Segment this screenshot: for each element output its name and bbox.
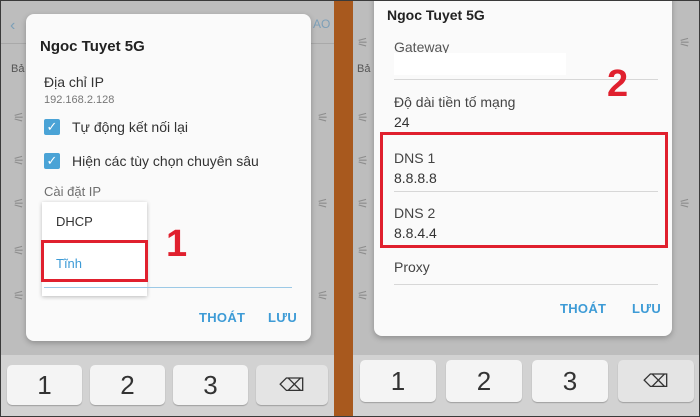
backspace-icon: ⌫ bbox=[279, 375, 305, 395]
wifi-icon: ⚟ bbox=[13, 243, 25, 258]
advanced-options-checkbox[interactable]: ✓ bbox=[44, 153, 60, 169]
save-button[interactable]: LƯU bbox=[632, 301, 661, 316]
gateway-input[interactable] bbox=[394, 53, 566, 75]
bg-list-fragment: Bả bbox=[11, 63, 25, 75]
ip-settings-label: Cài đặt IP bbox=[44, 184, 102, 199]
back-arrow-icon[interactable]: ‹ bbox=[10, 17, 15, 35]
key-2[interactable]: 2 bbox=[446, 360, 522, 402]
backspace-key[interactable]: ⌫ bbox=[256, 365, 328, 405]
backspace-key[interactable]: ⌫ bbox=[618, 360, 694, 402]
ip-address-label: Địa chỉ IP bbox=[44, 74, 104, 90]
wifi-icon: ⚟ bbox=[357, 288, 369, 303]
key-3[interactable]: 3 bbox=[532, 360, 608, 402]
prefix-length-value[interactable]: 24 bbox=[394, 114, 410, 130]
right-phone-screen: Bả ⚟ ⚟ ⚟ ⚟ ⚟ ⚟ ⚟ ⚟ Ngoc Tuyet 5G Gateway… bbox=[353, 1, 699, 416]
auto-reconnect-label: Tự động kết nối lại bbox=[72, 119, 188, 135]
wifi-icon: ⚟ bbox=[357, 153, 369, 168]
step-number: 1 bbox=[166, 223, 188, 265]
proxy-label: Proxy bbox=[394, 259, 430, 275]
field-underline bbox=[394, 284, 658, 285]
bg-list-fragment: Bả bbox=[357, 63, 371, 75]
wifi-icon: ⚟ bbox=[13, 153, 25, 168]
highlight-box-static bbox=[41, 240, 148, 282]
cancel-button[interactable]: THOÁT bbox=[199, 310, 245, 325]
wifi-icon: ⚟ bbox=[13, 110, 25, 125]
wifi-icon: ⚟ bbox=[357, 243, 369, 258]
step-number: 2 bbox=[607, 63, 629, 105]
bg-header-fragment: AO bbox=[313, 17, 331, 31]
check-icon: ✓ bbox=[46, 153, 58, 168]
wifi-icon: ⚟ bbox=[357, 110, 369, 125]
ip-address-value: 192.168.2.128 bbox=[44, 94, 115, 106]
wifi-icon: ⚟ bbox=[679, 35, 691, 50]
key-1[interactable]: 1 bbox=[360, 360, 436, 402]
wifi-icon: ⚟ bbox=[317, 110, 329, 125]
panel-divider bbox=[334, 1, 353, 416]
prefix-length-label: Độ dài tiền tố mạng bbox=[394, 94, 516, 110]
wifi-icon: ⚟ bbox=[317, 288, 329, 303]
key-1[interactable]: 1 bbox=[7, 365, 82, 405]
cancel-button[interactable]: THOÁT bbox=[560, 301, 606, 316]
left-phone-screen: ‹ AO Bả ⚟ ⚟ ⚟ ⚟ ⚟ ⚟ ⚟ ⚟ Ngoc Tuyet 5G Đị… bbox=[1, 1, 334, 416]
backspace-icon: ⌫ bbox=[643, 371, 669, 391]
highlight-box-dns bbox=[380, 132, 668, 248]
input-underline bbox=[44, 287, 292, 288]
dialog-title: Ngoc Tuyet 5G bbox=[387, 7, 485, 23]
check-icon: ✓ bbox=[46, 119, 58, 134]
dhcp-option[interactable]: DHCP bbox=[56, 214, 93, 229]
wifi-config-dialog: Ngoc Tuyet 5G Địa chỉ IP 192.168.2.128 ✓… bbox=[26, 14, 311, 341]
wifi-icon: ⚟ bbox=[357, 35, 369, 50]
wifi-icon: ⚟ bbox=[13, 196, 25, 211]
wifi-icon: ⚟ bbox=[679, 196, 691, 211]
wifi-icon: ⚟ bbox=[13, 288, 25, 303]
advanced-options-label: Hiện các tùy chọn chuyên sâu bbox=[72, 153, 259, 169]
wifi-icon: ⚟ bbox=[357, 196, 369, 211]
dialog-title: Ngoc Tuyet 5G bbox=[40, 38, 145, 55]
key-3[interactable]: 3 bbox=[173, 365, 248, 405]
key-2[interactable]: 2 bbox=[90, 365, 165, 405]
save-button[interactable]: LƯU bbox=[268, 310, 297, 325]
wifi-icon: ⚟ bbox=[317, 196, 329, 211]
auto-reconnect-checkbox[interactable]: ✓ bbox=[44, 119, 60, 135]
screenshot-frame: ‹ AO Bả ⚟ ⚟ ⚟ ⚟ ⚟ ⚟ ⚟ ⚟ Ngoc Tuyet 5G Đị… bbox=[0, 0, 700, 417]
